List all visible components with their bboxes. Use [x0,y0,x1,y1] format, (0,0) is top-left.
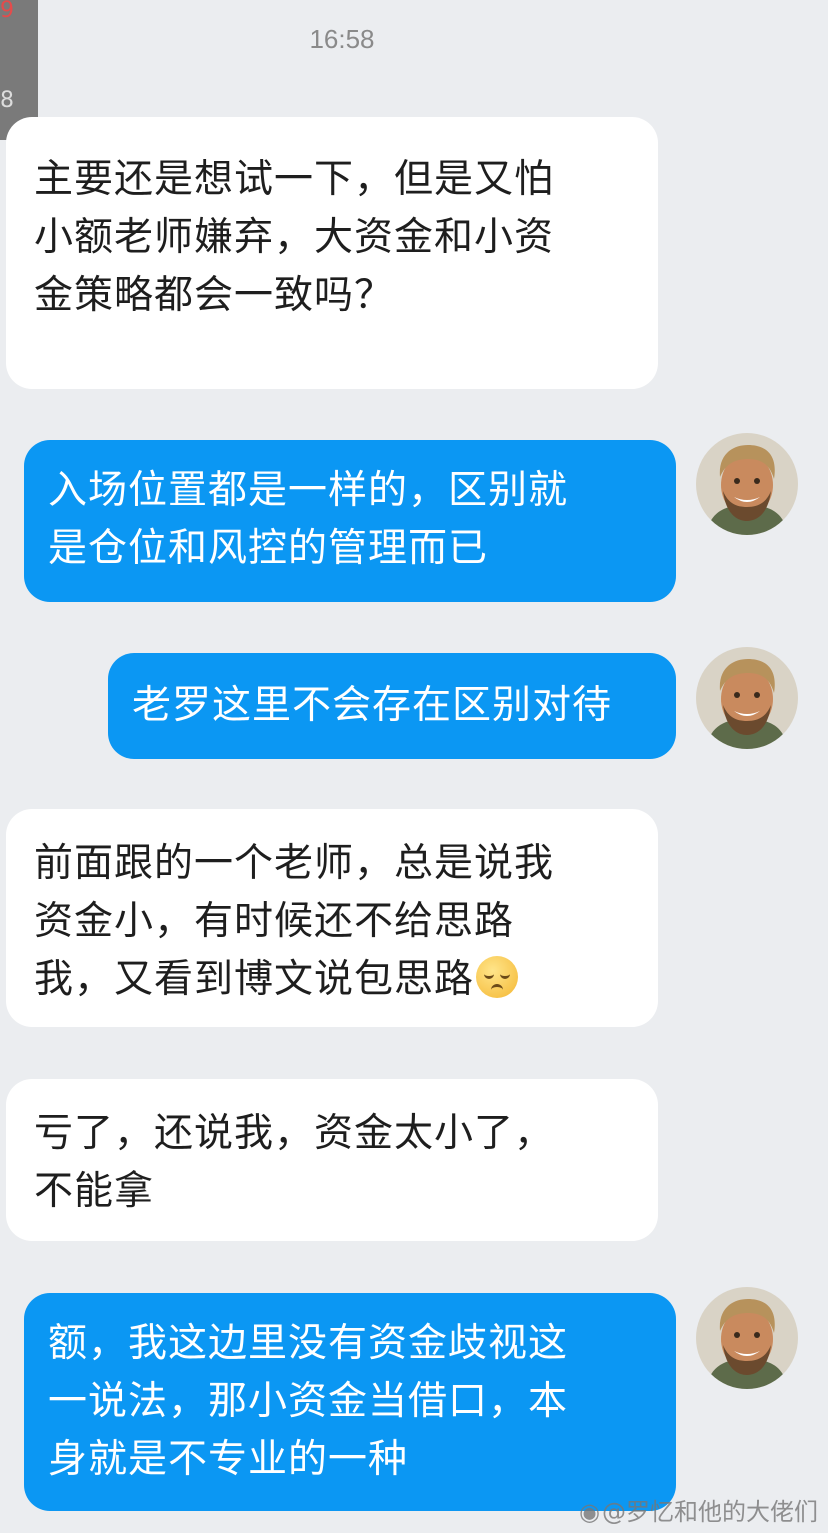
avatar[interactable] [696,1287,798,1389]
avatar[interactable] [696,647,798,749]
message-timestamp: 16:58 [309,24,375,54]
outgoing-message-bubble[interactable]: 入场位置都是一样的，区别就 是仓位和风控的管理而已 [24,440,676,602]
message-text: 入场位置都是一样的，区别就 是仓位和风控的管理而已 [48,468,569,571]
weibo-icon: ◉ [579,1498,600,1526]
smiling-bearded-man-avatar-icon [696,433,798,535]
smiling-bearded-man-avatar-icon [696,1287,798,1389]
unread-badge-fragment: 9 [0,0,14,23]
message-text: 亏了，还说我，资金太小了， 不能拿 [34,1111,555,1214]
outgoing-message-bubble[interactable]: 额，我这边里没有资金歧视这 一说法，那小资金当借口，本 身就是不专业的一种 [24,1293,676,1511]
avatar[interactable] [696,433,798,535]
message-text: 主要还是想试一下，但是又怕 小额老师嫌弃，大资金和小资 金策略都会一致吗？ [34,157,555,318]
message-text: 前面跟的一个老师，总是说我 资金小，有时候还不给思路 我，又看到博文说包思路 [34,835,658,1009]
incoming-message-bubble[interactable]: 亏了，还说我，资金太小了， 不能拿 [6,1079,658,1241]
smiling-bearded-man-avatar-icon [696,647,798,749]
incoming-message-bubble[interactable]: 主要还是想试一下，但是又怕 小额老师嫌弃，大资金和小资 金策略都会一致吗？ [6,117,658,389]
pensive-face-emoji-icon [476,956,519,998]
watermark-text: @罗忆和他的大佬们 [602,1498,818,1526]
incoming-message-bubble[interactable]: 前面跟的一个老师，总是说我 资金小，有时候还不给思路 我，又看到博文说包思路 [6,809,658,1027]
message-text: 额，我这边里没有资金歧视这 一说法，那小资金当借口，本 身就是不专业的一种 [48,1321,569,1482]
outgoing-message-bubble[interactable]: 老罗这里不会存在区别对待 [108,653,676,759]
message-text: 老罗这里不会存在区别对待 [132,683,613,728]
avatar-number-fragment: 8 [0,88,14,113]
watermark: ◉@罗忆和他的大佬们 [579,1492,818,1527]
